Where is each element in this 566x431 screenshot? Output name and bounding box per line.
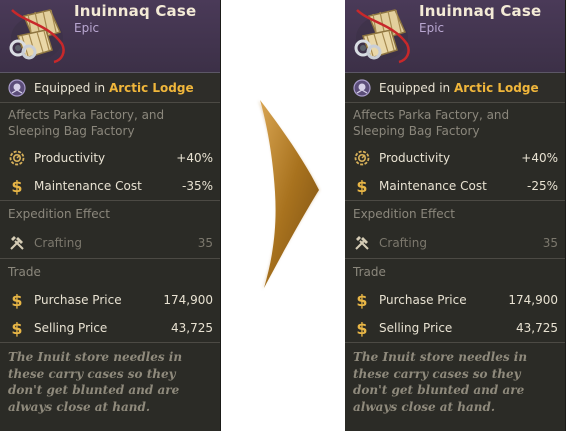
stat-label: Maintenance Cost	[34, 179, 142, 193]
svg-text:$: $	[356, 291, 367, 309]
trade-label: Selling Price	[34, 321, 108, 335]
purchase-price-row: $ Purchase Price 174,900	[345, 285, 565, 314]
selling-price-row: $ Selling Price 43,725	[345, 314, 565, 342]
coin-icon: $	[352, 290, 372, 310]
needle-case-icon	[354, 9, 410, 64]
needle-case-icon	[9, 9, 65, 64]
expedition-title: Expedition Effect	[353, 207, 455, 221]
item-rarity: Epic	[419, 21, 445, 35]
affects-text: Affects Parka Factory, and Sleeping Bag …	[8, 108, 165, 138]
item-rarity: Epic	[74, 21, 100, 35]
coin-icon: $	[7, 176, 27, 196]
stat-value: +40%	[176, 150, 213, 165]
stat-label: Productivity	[34, 150, 106, 165]
purchase-price-row: $ Purchase Price 174,900	[0, 285, 220, 314]
stat-label: Maintenance Cost	[379, 179, 487, 193]
crafting-tools-icon	[7, 233, 27, 253]
stat-value: +40%	[521, 150, 558, 165]
stat-label: Productivity	[379, 150, 451, 165]
expedition-row: Crafting 35	[345, 227, 565, 258]
comparison-arrow-icon	[258, 100, 320, 290]
lodge-badge-icon	[7, 78, 27, 98]
expedition-label: Crafting	[379, 235, 427, 250]
trade-title: Trade	[8, 265, 41, 279]
affects-text: Affects Parka Factory, and Sleeping Bag …	[353, 108, 510, 138]
equipped-row: Equipped in Arctic Lodge	[345, 73, 565, 103]
stat-value: -25%	[526, 179, 558, 193]
item-tooltip-before: Inuinnaq Case Epic Equipped in Arctic Lo…	[0, 0, 221, 431]
equipped-row: Equipped in Arctic Lodge	[0, 73, 220, 103]
svg-text:$: $	[356, 177, 367, 195]
equipped-place: Arctic Lodge	[453, 80, 539, 95]
tooltip-header: Inuinnaq Case Epic	[345, 0, 565, 73]
flavor-text: The Inuit store needles in these carry c…	[353, 350, 528, 414]
coin-icon: $	[352, 318, 372, 338]
trade-label: Purchase Price	[34, 292, 122, 307]
expedition-value: 35	[197, 235, 213, 250]
expedition-label: Crafting	[34, 235, 82, 250]
trade-label: Purchase Price	[379, 292, 467, 307]
expedition-value: 35	[542, 235, 558, 250]
trade-value: 174,900	[508, 292, 558, 307]
trade-value: 174,900	[163, 292, 213, 307]
selling-price-row: $ Selling Price 43,725	[0, 314, 220, 342]
tooltip-header: Inuinnaq Case Epic	[0, 0, 220, 73]
flavor-text: The Inuit store needles in these carry c…	[8, 350, 183, 414]
item-title: Inuinnaq Case	[74, 2, 197, 20]
svg-text:$: $	[356, 319, 367, 337]
trade-value: 43,725	[171, 321, 213, 335]
expedition-row: Crafting 35	[0, 227, 220, 258]
equipped-place: Arctic Lodge	[108, 80, 194, 95]
trade-title: Trade	[353, 265, 386, 279]
productivity-gear-icon	[352, 148, 372, 168]
crafting-tools-icon	[352, 233, 372, 253]
lodge-badge-icon	[352, 78, 372, 98]
coin-icon: $	[352, 176, 372, 196]
stat-row-productivity: Productivity +40%	[0, 143, 220, 172]
svg-text:$: $	[11, 319, 22, 337]
svg-text:$: $	[11, 291, 22, 309]
item-title: Inuinnaq Case	[419, 2, 542, 20]
trade-label: Selling Price	[379, 321, 453, 335]
stat-value: -35%	[181, 179, 213, 193]
stat-row-maintenance: $ Maintenance Cost -25%	[345, 172, 565, 200]
coin-icon: $	[7, 318, 27, 338]
coin-icon: $	[7, 290, 27, 310]
equipped-prefix: Equipped in	[379, 80, 454, 95]
svg-text:$: $	[11, 177, 22, 195]
expedition-title: Expedition Effect	[8, 207, 110, 221]
equipped-prefix: Equipped in	[34, 80, 109, 95]
item-tooltip-after: Inuinnaq Case Epic Equipped in Arctic Lo…	[345, 0, 566, 431]
stat-row-maintenance: $ Maintenance Cost -35%	[0, 172, 220, 200]
trade-value: 43,725	[516, 321, 558, 335]
stat-row-productivity: Productivity +40%	[345, 143, 565, 172]
productivity-gear-icon	[7, 148, 27, 168]
